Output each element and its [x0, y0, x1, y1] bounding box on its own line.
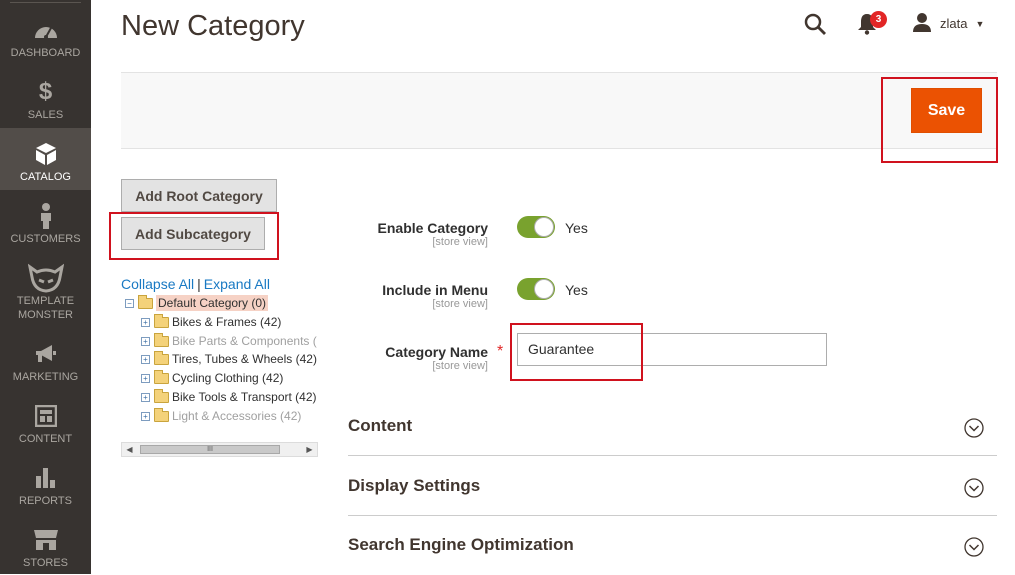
section-title: Search Engine Optimization — [348, 535, 574, 554]
folder-icon — [154, 407, 169, 422]
expand-node-icon[interactable]: + — [141, 336, 150, 346]
notification-count-badge: 3 — [870, 11, 887, 28]
sidebar-item-dashboard[interactable]: DASHBOARD — [0, 4, 91, 66]
sidebar-item-stores[interactable]: STORES — [0, 514, 91, 574]
scroll-left-arrow-icon[interactable]: ◀ — [122, 443, 137, 456]
dollar-icon: $ — [38, 78, 53, 105]
scope-label: [store view] — [432, 298, 488, 310]
sidebar-item-label: REPORTS — [19, 495, 72, 507]
admin-sidebar: DASHBOARD $ SALES CATALOG CUSTOMERS TEMP… — [0, 0, 91, 574]
section-display-settings[interactable]: Display Settings — [348, 460, 997, 516]
section-title: Display Settings — [348, 476, 481, 495]
box-icon — [35, 140, 57, 168]
scope-label: [store view] — [432, 360, 488, 372]
tree-node-label: Cycling Clothing (42) — [172, 371, 284, 385]
sidebar-item-label: MARKETING — [12, 371, 79, 383]
sidebar-item-label: CATALOG — [20, 171, 71, 183]
expand-node-icon[interactable]: + — [141, 373, 150, 383]
page-actions-bar — [121, 72, 997, 149]
tree-node-label: Bikes & Frames (42) — [172, 315, 282, 329]
layout-icon — [34, 402, 57, 430]
tree-horizontal-scrollbar[interactable]: ◀ III ▶ — [121, 442, 318, 457]
sidebar-divider — [10, 2, 81, 3]
chevron-down-icon[interactable] — [964, 537, 984, 557]
tree-node-label: Default Category (0) — [156, 295, 269, 311]
tree-node-label: Bike Tools & Transport (42) — [172, 390, 317, 404]
include-in-menu-label: Include in Menu — [382, 282, 488, 298]
chevron-down-icon[interactable] — [964, 478, 984, 498]
folder-icon — [154, 332, 169, 347]
expand-node-icon[interactable]: + — [141, 392, 150, 402]
add-subcategory-highlight-box — [109, 212, 279, 260]
sidebar-item-label: CUSTOMERS — [10, 233, 81, 245]
sidebar-item-label: SALES — [27, 109, 64, 121]
person-icon — [39, 202, 53, 230]
link-separator: | — [197, 276, 201, 292]
search-icon[interactable] — [803, 12, 827, 36]
sidebar-item-sales[interactable]: $ SALES — [0, 66, 91, 128]
bar-chart-icon — [35, 464, 57, 492]
section-seo[interactable]: Search Engine Optimization — [348, 519, 997, 575]
expand-node-icon[interactable]: + — [141, 317, 150, 327]
expand-node-icon[interactable]: + — [141, 411, 150, 421]
folder-icon — [154, 369, 169, 384]
sidebar-item-reports[interactable]: REPORTS — [0, 452, 91, 514]
tree-node[interactable]: + Cycling Clothing (42) — [141, 369, 283, 387]
scope-label: [store view] — [432, 236, 488, 248]
folder-icon — [154, 388, 169, 403]
username: zlata — [940, 16, 968, 31]
expand-all-link[interactable]: Expand All — [204, 276, 270, 292]
sidebar-item-label: TEMPLATE MONSTER — [16, 295, 75, 321]
sidebar-item-label: DASHBOARD — [10, 47, 81, 59]
enable-category-value: Yes — [565, 220, 588, 236]
folder-icon — [154, 350, 169, 365]
user-menu[interactable]: zlata ▼ — [912, 12, 984, 35]
tree-node-root[interactable]: − Default Category (0) — [125, 294, 269, 312]
folder-icon — [154, 313, 169, 328]
section-content[interactable]: Content — [348, 400, 997, 456]
include-in-menu-value: Yes — [565, 282, 588, 298]
dashboard-icon — [33, 16, 59, 44]
sidebar-item-catalog[interactable]: CATALOG — [0, 128, 91, 190]
scroll-right-arrow-icon[interactable]: ▶ — [302, 443, 317, 456]
tree-node[interactable]: + Bike Tools & Transport (42) — [141, 388, 317, 406]
monster-icon — [27, 263, 64, 293]
sidebar-item-content[interactable]: CONTENT — [0, 390, 91, 452]
sidebar-item-label: CONTENT — [18, 433, 73, 445]
store-icon — [33, 526, 59, 554]
caret-down-icon: ▼ — [975, 18, 985, 29]
sidebar-item-template-monster[interactable]: TEMPLATE MONSTER — [0, 252, 91, 324]
folder-open-icon — [138, 294, 153, 309]
expand-node-icon[interactable]: + — [141, 354, 150, 364]
sidebar-item-marketing[interactable]: MARKETING — [0, 328, 91, 390]
required-asterisk: * — [497, 343, 504, 360]
tree-node[interactable]: + Bikes & Frames (42) — [141, 313, 281, 331]
category-name-highlight-box — [510, 323, 643, 381]
megaphone-icon — [34, 340, 58, 368]
sidebar-item-customers[interactable]: CUSTOMERS — [0, 190, 91, 252]
add-root-category-button[interactable]: Add Root Category — [121, 179, 277, 212]
sidebar-item-label: STORES — [22, 557, 69, 569]
user-avatar-icon — [912, 12, 932, 35]
collapse-node-icon[interactable]: − — [125, 298, 134, 308]
category-name-label: Category Name — [385, 344, 488, 360]
section-title: Content — [348, 416, 413, 435]
enable-category-label: Enable Category — [377, 220, 488, 236]
toggle-knob — [534, 217, 554, 237]
toggle-knob — [534, 279, 554, 299]
page-title: New Category — [121, 10, 305, 42]
scroll-thumb[interactable]: III — [140, 445, 280, 454]
tree-node-label: Light & Accessories (42) — [172, 409, 302, 423]
include-in-menu-toggle[interactable] — [517, 278, 555, 300]
tree-controls: Collapse All | Expand All — [121, 276, 270, 292]
enable-category-toggle[interactable] — [517, 216, 555, 238]
chevron-down-icon[interactable] — [964, 418, 984, 438]
collapse-all-link[interactable]: Collapse All — [121, 276, 194, 292]
tree-node[interactable]: + Light & Accessories (42) — [141, 407, 301, 425]
save-highlight-box — [881, 77, 998, 163]
